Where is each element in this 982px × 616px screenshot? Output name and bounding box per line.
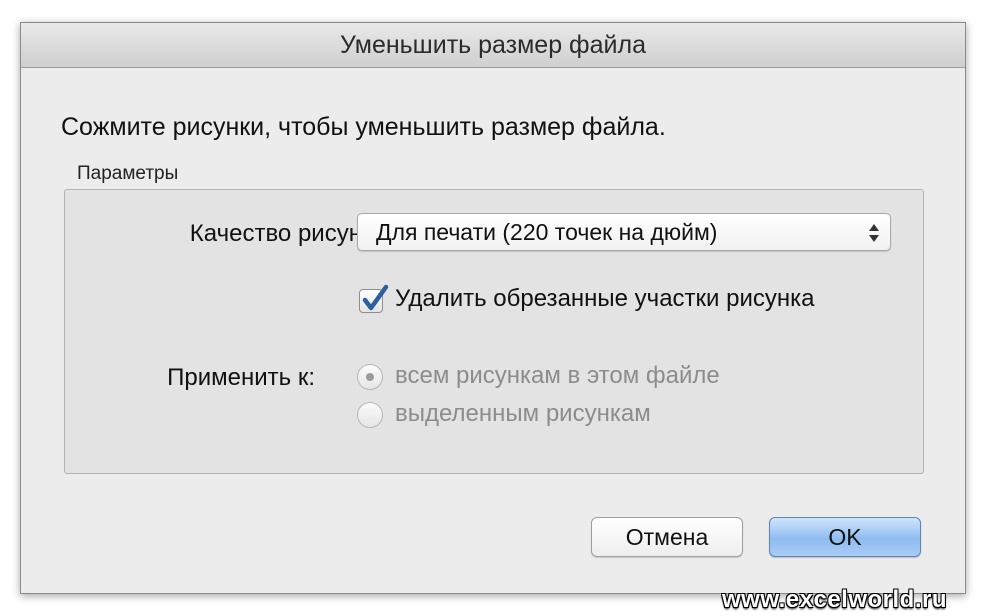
delete-cropped-areas-label: Удалить обрезанные участки рисунка	[395, 285, 815, 312]
reduce-file-size-dialog: Уменьшить размер файла Сожмите рисунки, …	[20, 22, 966, 594]
delete-cropped-areas-checkbox[interactable]	[359, 284, 389, 313]
dialog-title: Уменьшить размер файла	[21, 23, 965, 68]
site-watermark: www.excelworld.ru	[722, 586, 948, 613]
picture-quality-select[interactable]: Для печати (220 точек на дюйм)	[357, 213, 891, 251]
apply-selected-pictures-radio[interactable]	[357, 402, 383, 428]
options-group-label: Параметры	[77, 163, 179, 184]
checkmark-icon	[362, 284, 389, 311]
radio-selected-dot-icon	[366, 373, 374, 381]
apply-all-pictures-label: всем рисункам в этом файле	[395, 362, 720, 389]
apply-to-label: Применить к:	[167, 364, 315, 391]
dialog-description: Сожмите рисунки, чтобы уменьшить размер …	[61, 113, 666, 141]
apply-selected-pictures-label: выделенным рисункам	[395, 400, 651, 427]
picture-quality-value: Для печати (220 точек на дюйм)	[376, 219, 718, 245]
ok-button[interactable]: OK	[769, 517, 921, 557]
apply-all-pictures-radio[interactable]	[357, 364, 383, 390]
cancel-button[interactable]: Отмена	[591, 517, 743, 557]
select-updown-arrows-icon	[869, 224, 879, 242]
